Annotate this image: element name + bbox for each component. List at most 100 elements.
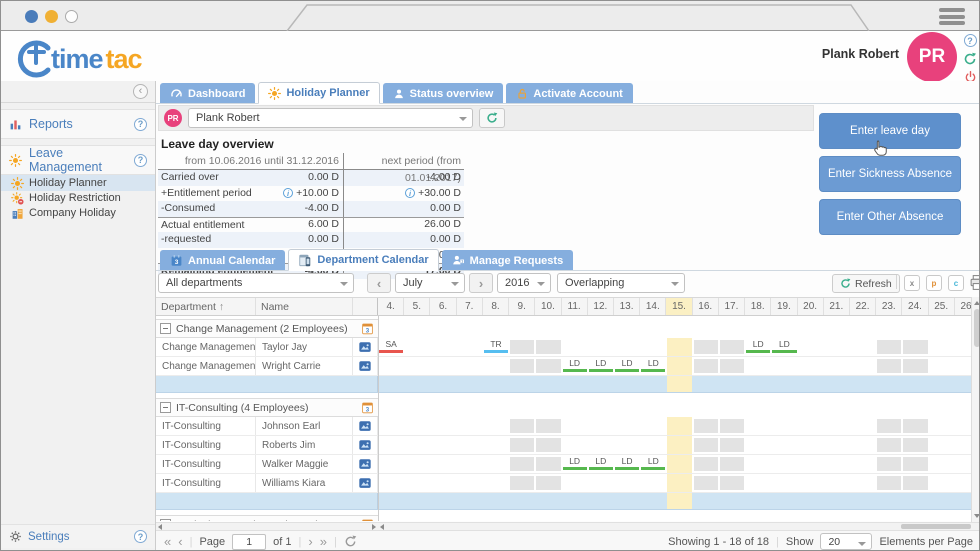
day-cell[interactable] [562,417,588,435]
info-icon[interactable]: i [405,188,416,199]
sidebar-item-company-holiday[interactable]: Company Holiday [1,205,155,221]
day-cell[interactable] [666,376,692,392]
day-cell[interactable] [509,493,535,509]
day-cell[interactable] [824,455,850,473]
employee-calendar-cell[interactable] [353,357,378,375]
department-filter-select[interactable]: All departments [158,273,354,293]
enter-leave-day-button[interactable]: Enter leave day [819,113,961,149]
day-cell[interactable] [798,436,824,454]
enter-sickness-absence-button[interactable]: Enter Sickness Absence [819,156,961,192]
day-cell[interactable] [719,455,745,473]
day-cell[interactable] [535,376,561,392]
day-cell[interactable]: LD [771,338,797,356]
absence-mark-ld[interactable]: LD [588,456,613,470]
day-cell[interactable] [771,474,797,492]
day-cell[interactable] [824,338,850,356]
next-month-button[interactable]: › [469,273,493,293]
day-cell[interactable] [745,493,771,509]
day-cell[interactable] [745,474,771,492]
day-cell[interactable] [404,338,430,356]
hamburger-menu-icon[interactable] [939,8,965,28]
day-header[interactable]: 17. [719,298,746,315]
day-cell[interactable] [588,493,614,509]
day-cell[interactable] [850,474,876,492]
day-cell[interactable]: SA [378,338,404,356]
tab-annual-calendar[interactable]: 3 Annual Calendar [160,250,286,270]
day-header[interactable]: 19. [771,298,798,315]
next-page-icon[interactable]: › [308,535,312,548]
absence-mark-ld[interactable]: LD [614,358,640,372]
day-cell[interactable] [430,417,456,435]
day-cell[interactable]: LD [562,357,588,375]
day-header[interactable]: 18. [745,298,772,315]
day-header-today[interactable]: 15. [666,298,693,315]
day-cell[interactable] [771,417,797,435]
day-cell[interactable] [929,493,955,509]
pdf-export-icon[interactable]: p [926,275,942,291]
day-cell[interactable] [824,376,850,392]
day-cell[interactable] [457,493,483,509]
day-cell[interactable] [876,493,902,509]
day-header[interactable]: 12. [588,298,614,315]
vertical-scroll-thumb[interactable] [973,309,979,347]
day-cell[interactable] [824,436,850,454]
day-cell[interactable] [876,417,902,435]
day-cell[interactable]: LD [562,455,588,473]
day-header[interactable]: 7. [457,298,483,315]
previous-month-button[interactable]: ‹ [367,273,391,293]
tab-department-calendar[interactable]: Department Calendar [288,249,439,271]
day-cell[interactable] [798,417,824,435]
window-button-white[interactable] [65,10,78,23]
scroll-up-icon[interactable] [974,301,979,305]
day-cell[interactable] [693,357,719,375]
day-cell[interactable] [719,357,745,375]
day-cell[interactable] [693,493,719,509]
day-header[interactable]: 20. [798,298,824,315]
employee-row[interactable]: Change Management Taylor Jay SA TR LD LD [156,338,979,357]
day-cell[interactable] [666,338,692,356]
day-cell[interactable] [457,417,483,435]
day-cell[interactable]: LD [588,455,614,473]
day-cell[interactable] [719,474,745,492]
day-cell[interactable] [693,474,719,492]
day-cell[interactable] [666,474,692,492]
help-icon[interactable]: ? [134,530,147,543]
day-cell[interactable] [535,417,561,435]
day-cell[interactable] [430,376,456,392]
sidebar-item-holiday-planner[interactable]: Holiday Planner [1,175,155,191]
csv-export-icon[interactable]: c [948,275,964,291]
day-cell[interactable] [771,436,797,454]
day-cell[interactable] [430,436,456,454]
day-cell[interactable] [798,455,824,473]
month-select[interactable]: July [395,273,465,293]
day-cell[interactable] [614,493,640,509]
first-page-icon[interactable]: « [164,535,171,548]
enter-other-absence-button[interactable]: Enter Other Absence [819,199,961,235]
day-cell[interactable] [929,357,955,375]
day-cell[interactable] [719,493,745,509]
day-cell[interactable] [798,376,824,392]
day-cell[interactable] [876,436,902,454]
day-cell[interactable] [535,338,561,356]
window-button-blue[interactable] [25,10,38,23]
day-cell[interactable] [640,493,666,509]
day-cell[interactable] [929,376,955,392]
day-cell[interactable] [693,455,719,473]
day-cell[interactable] [876,338,902,356]
day-cell[interactable] [509,436,535,454]
day-cell[interactable] [693,436,719,454]
user-select[interactable]: Plank Robert [188,108,473,128]
print-icon[interactable] [969,274,979,291]
employee-calendar-cell[interactable] [353,455,378,473]
day-cell[interactable] [850,376,876,392]
left-horizontal-scrollbar[interactable] [156,522,378,530]
day-cell[interactable] [430,493,456,509]
day-cell[interactable]: LD [614,455,640,473]
right-horizontal-scrollbar[interactable] [378,522,979,530]
employee-row[interactable]: IT-Consulting Williams Kiara [156,474,979,493]
department-group-row[interactable]: Change Management (2 Employees) 3 [156,319,979,338]
day-cell[interactable] [562,338,588,356]
year-select[interactable]: 2016 [497,273,551,293]
refresh-user-button[interactable] [479,108,505,128]
day-cell[interactable] [798,357,824,375]
